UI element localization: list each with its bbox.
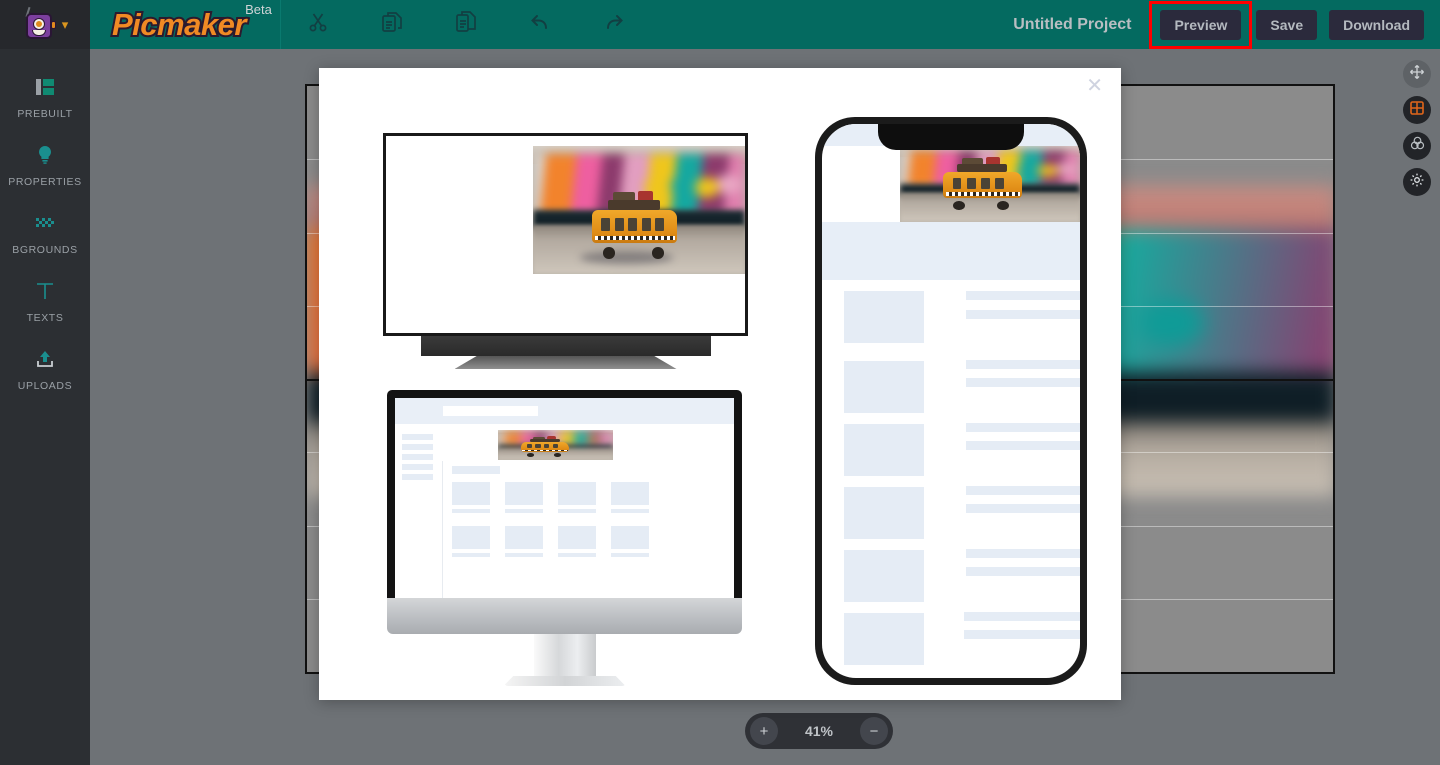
scissors-icon — [306, 10, 330, 39]
copy-icon — [380, 10, 404, 39]
download-button[interactable]: Download — [1329, 9, 1424, 40]
paste-icon — [454, 10, 478, 39]
copy-button[interactable] — [355, 0, 429, 49]
imac-neck — [533, 634, 596, 676]
picmaker-logo[interactable]: Picmaker Beta — [110, 0, 272, 49]
layout-grid-icon — [33, 73, 57, 101]
toy-vw-bus-photo — [533, 145, 745, 274]
robot-avatar-icon — [22, 6, 56, 40]
undo-button[interactable] — [503, 0, 577, 49]
phone-screen — [822, 124, 1080, 678]
desktop-monitor-preview[interactable] — [383, 133, 748, 369]
brand-name: Picmaker — [110, 5, 248, 44]
sidebar-item-label: UPLOADS — [17, 380, 73, 392]
sidebar-item-texts[interactable]: TEXTS — [0, 267, 90, 335]
checkerboard-icon — [33, 209, 57, 237]
imac-wireframe-preview[interactable] — [387, 390, 742, 686]
sidebar-item-bgrounds[interactable]: BGROUNDS — [0, 199, 90, 267]
picmaker-editor: ▾ PREBUILT PROPERTIES BGROUNDS TEXTS UPL… — [0, 0, 1440, 765]
editor-workspace: + 41% − ✕ — [90, 49, 1440, 765]
save-button[interactable]: Save — [1256, 9, 1318, 40]
lightbulb-icon — [33, 141, 57, 169]
imac-wireframe-content — [395, 398, 734, 598]
phone-notch — [878, 124, 1024, 150]
project-title[interactable]: Untitled Project — [1013, 16, 1131, 34]
monitor-neck — [420, 336, 711, 356]
chevron-down-icon: ▾ — [61, 17, 69, 32]
undo-arrow-icon — [527, 9, 553, 40]
device-mockups — [319, 68, 1121, 700]
imac-foot — [503, 676, 626, 686]
redo-button[interactable] — [577, 0, 651, 49]
preview-highlight-box: Preview — [1149, 0, 1253, 49]
sidebar-item-prebuilt[interactable]: PREBUILT — [0, 63, 90, 131]
edit-tools-group — [281, 0, 651, 49]
upload-arrow-icon — [33, 345, 57, 373]
left-sidebar: ▾ PREBUILT PROPERTIES BGROUNDS TEXTS UPL… — [0, 0, 90, 765]
imac-chin — [387, 598, 742, 634]
cut-button[interactable] — [281, 0, 355, 49]
top-toolbar: Picmaker Beta Untitled Project Preview S… — [90, 0, 1440, 49]
preview-modal: ✕ — [319, 68, 1121, 700]
wireframe-hero-image — [498, 430, 613, 460]
account-avatar-button[interactable]: ▾ — [0, 0, 90, 49]
phone-hero-image — [900, 146, 1080, 222]
text-t-icon — [33, 277, 57, 305]
monitor-base — [454, 356, 677, 369]
sidebar-item-properties[interactable]: PROPERTIES — [0, 131, 90, 199]
preview-modal-overlay: ✕ — [90, 49, 1440, 765]
beta-badge: Beta — [245, 2, 272, 17]
preview-button[interactable]: Preview — [1160, 9, 1242, 40]
sidebar-item-label: BGROUNDS — [12, 244, 78, 256]
monitor-screen — [383, 133, 748, 336]
sidebar-item-uploads[interactable]: UPLOADS — [0, 335, 90, 403]
imac-screen — [387, 390, 742, 598]
sidebar-item-label: PROPERTIES — [8, 176, 82, 188]
mobile-phone-preview[interactable] — [815, 117, 1087, 685]
sidebar-item-label: PREBUILT — [17, 108, 73, 120]
sidebar-item-label: TEXTS — [26, 312, 64, 324]
redo-arrow-icon — [601, 9, 627, 40]
paste-button[interactable] — [429, 0, 503, 49]
